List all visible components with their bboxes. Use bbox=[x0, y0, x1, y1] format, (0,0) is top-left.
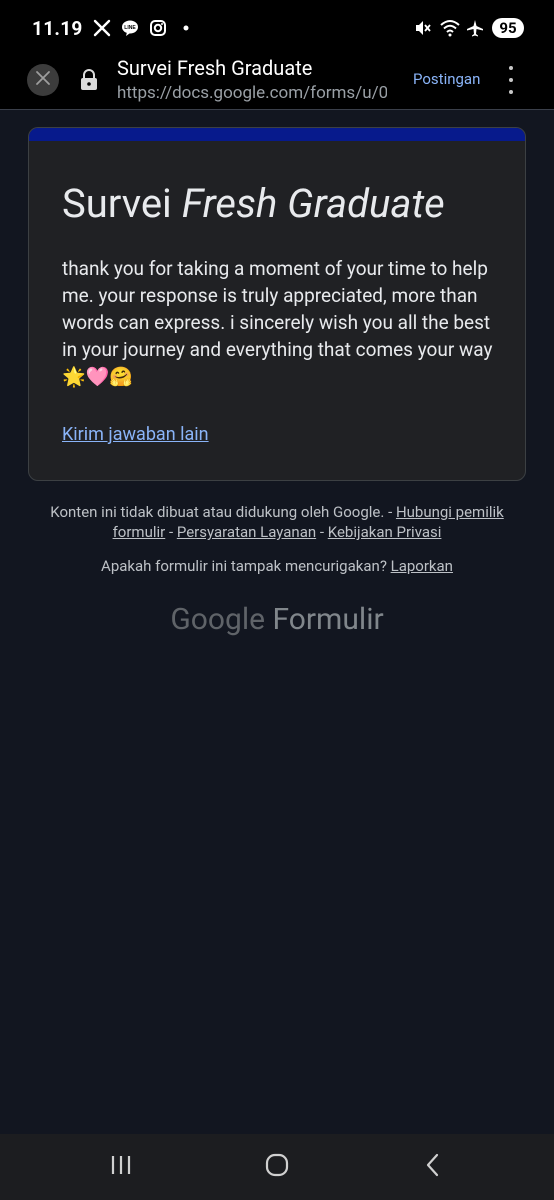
status-bar: 11.19 LINE 95 bbox=[0, 0, 554, 56]
instagram-icon bbox=[149, 19, 167, 37]
x-icon bbox=[93, 19, 111, 37]
back-icon bbox=[420, 1152, 446, 1182]
report-text: Apakah formulir ini tampak mencurigakan? bbox=[101, 557, 391, 575]
more-menu-button[interactable] bbox=[503, 66, 519, 94]
submit-another-response-link[interactable]: Kirim jawaban lain bbox=[62, 424, 209, 445]
battery-level: 95 bbox=[492, 18, 524, 38]
browser-toolbar: Survei Fresh Graduate https://docs.googl… bbox=[0, 56, 554, 110]
card-accent-bar bbox=[29, 128, 525, 141]
status-left: 11.19 LINE bbox=[32, 17, 195, 40]
recent-apps-icon bbox=[108, 1152, 134, 1182]
postingan-button[interactable]: Postingan bbox=[413, 70, 480, 88]
svg-text:LINE: LINE bbox=[124, 25, 136, 31]
confirmation-message: thank you for taking a moment of your ti… bbox=[62, 257, 493, 388]
page-url: https://docs.google.com/forms/u/0/ bbox=[117, 83, 387, 103]
home-icon bbox=[264, 1152, 290, 1182]
navigation-bar bbox=[0, 1134, 554, 1200]
recent-apps-button[interactable] bbox=[108, 1154, 134, 1180]
privacy-link[interactable]: Kebijakan Privasi bbox=[328, 523, 442, 541]
form-title-italic: Fresh Graduate bbox=[181, 180, 445, 227]
more-vert-icon bbox=[509, 66, 513, 70]
airplane-icon bbox=[466, 19, 484, 37]
report-link[interactable]: Laporkan bbox=[391, 557, 453, 575]
logo-google-text: Google bbox=[170, 602, 266, 637]
status-right: 95 bbox=[414, 18, 524, 38]
disclaimer-text: Konten ini tidak dibuat atau didukung ol… bbox=[50, 503, 396, 521]
home-button[interactable] bbox=[264, 1152, 290, 1182]
dot-icon bbox=[177, 19, 195, 37]
form-title: Survei Fresh Graduate bbox=[62, 180, 445, 227]
terms-link[interactable]: Persyaratan Layanan bbox=[177, 523, 316, 541]
google-forms-logo[interactable]: Google Formulir bbox=[0, 602, 554, 637]
close-icon bbox=[35, 70, 51, 90]
footer-report: Apakah formulir ini tampak mencurigakan?… bbox=[40, 556, 514, 576]
footer-disclaimer: Konten ini tidak dibuat atau didukung ol… bbox=[50, 503, 504, 541]
lock-icon[interactable] bbox=[79, 68, 99, 96]
form-title-plain: Survei bbox=[62, 180, 182, 227]
status-time: 11.19 bbox=[32, 16, 83, 40]
form-confirmation-card: Survei Fresh Graduate thank you for taki… bbox=[28, 127, 526, 481]
close-tab-button[interactable] bbox=[27, 64, 59, 96]
logo-forms-text: Formulir bbox=[272, 602, 384, 637]
url-block[interactable]: Survei Fresh Graduate https://docs.googl… bbox=[117, 56, 387, 105]
mute-icon bbox=[414, 19, 432, 37]
wifi-icon bbox=[440, 19, 460, 37]
line-icon: LINE bbox=[121, 19, 139, 37]
page-title: Survei Fresh Graduate bbox=[117, 56, 313, 80]
back-button[interactable] bbox=[420, 1152, 446, 1182]
